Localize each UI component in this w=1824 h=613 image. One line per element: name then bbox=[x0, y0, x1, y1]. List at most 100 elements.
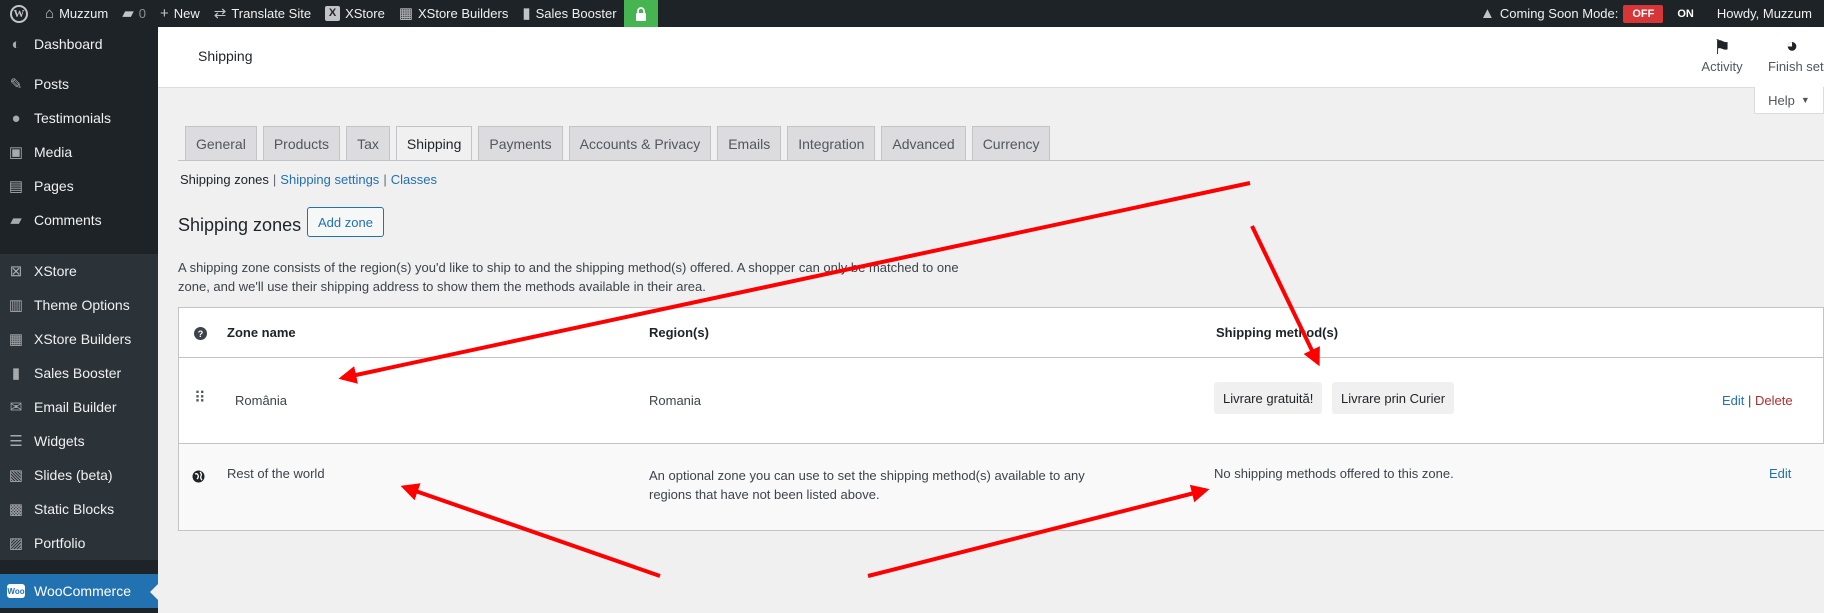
sidebar-item-portfolio[interactable]: ▨ Portfolio bbox=[0, 526, 158, 560]
sidebar-item-label: Comments bbox=[34, 212, 102, 228]
sidebar-item-label: Media bbox=[34, 144, 73, 160]
xstore-label: XStore bbox=[345, 6, 385, 21]
coming-soon-label: Coming Soon Mode: bbox=[1499, 6, 1619, 21]
sidebar-item-xstore[interactable]: ⊠ XStore bbox=[0, 254, 158, 288]
dashboard-icon: ◐ bbox=[11, 35, 21, 53]
site-name-label: Muzzum bbox=[59, 6, 109, 21]
subnav-separator: | bbox=[272, 172, 277, 187]
sidebar-item-dashboard[interactable]: ◐ Dashboard bbox=[0, 27, 158, 61]
wordpress-icon: W bbox=[10, 4, 28, 23]
builders-label: XStore Builders bbox=[418, 6, 509, 21]
sidebar-item-label: Testimonials bbox=[34, 110, 112, 126]
zones-description: A shipping zone consists of the region(s… bbox=[178, 260, 959, 294]
sidebar-item-testimonials[interactable]: ● Testimonials bbox=[0, 101, 158, 135]
xstore-link[interactable]: X XStore bbox=[318, 0, 392, 27]
edit-link[interactable]: Edit bbox=[1722, 393, 1744, 408]
comment-icon: ▰ bbox=[10, 212, 22, 229]
howdy-account-link[interactable]: Howdy, Muzzum bbox=[1710, 0, 1824, 27]
coming-soon-toggle[interactable]: ▲ Coming Soon Mode: OFF ON bbox=[1473, 0, 1710, 27]
zone-name-link[interactable]: Rest of the world bbox=[227, 466, 325, 481]
new-label: New bbox=[173, 6, 200, 21]
sidebar-item-label: Slides (beta) bbox=[34, 467, 113, 483]
tab-accounts-privacy[interactable]: Accounts & Privacy bbox=[568, 126, 712, 160]
tab-integration[interactable]: Integration bbox=[787, 126, 876, 160]
sidebar-item-theme-options[interactable]: ▥ Theme Options bbox=[0, 288, 158, 322]
slides-icon: ▧ bbox=[8, 467, 24, 484]
site-name-link[interactable]: ⌂ Muzzum bbox=[38, 0, 115, 27]
help-question-icon[interactable]: ? bbox=[194, 327, 207, 340]
bar-chart-icon: ▮ bbox=[522, 5, 531, 22]
sidebar-item-posts[interactable]: ✎ Posts bbox=[0, 67, 158, 101]
comments-link[interactable]: ▰ 0 bbox=[115, 0, 153, 27]
page-title: Shipping bbox=[198, 48, 253, 64]
drag-handle-icon[interactable]: ⠿ bbox=[194, 391, 208, 407]
sidebar-item-slides[interactable]: ▧ Slides (beta) bbox=[0, 458, 158, 492]
on-badge: ON bbox=[1677, 7, 1694, 20]
tab-payments[interactable]: Payments bbox=[478, 126, 563, 160]
section-title: Shipping zones bbox=[178, 215, 302, 235]
wordpress-logo-button[interactable]: W bbox=[0, 0, 38, 27]
tab-shipping[interactable]: Shipping bbox=[395, 126, 473, 161]
sidebar-item-xstore-builders[interactable]: ▦ XStore Builders bbox=[0, 322, 158, 356]
media-icon: ▣ bbox=[8, 144, 24, 161]
translate-icon: ⇄ bbox=[213, 5, 227, 22]
tab-products[interactable]: Products bbox=[262, 126, 341, 160]
finish-setup-button[interactable]: ◕ Finish setu bbox=[1768, 35, 1824, 74]
zone-name-link[interactable]: România bbox=[235, 393, 287, 408]
sidebar-item-pages[interactable]: ▤ Pages bbox=[0, 169, 158, 203]
xstore-icon: X bbox=[325, 6, 341, 21]
delete-link[interactable]: Delete bbox=[1755, 393, 1793, 408]
subnav-shipping-settings[interactable]: Shipping settings bbox=[280, 172, 379, 187]
table-row: Rest of the world An optional zone you c… bbox=[179, 444, 1824, 530]
no-methods-text: No shipping methods offered to this zone… bbox=[1214, 466, 1454, 481]
add-zone-button[interactable]: Add zone bbox=[307, 207, 384, 237]
tab-currency[interactable]: Currency bbox=[971, 126, 1051, 160]
blocks-icon: ▩ bbox=[8, 501, 24, 518]
sidebar-item-woocommerce[interactable]: Woo WooCommerce bbox=[0, 574, 158, 608]
theme-options-icon: ▥ bbox=[8, 297, 24, 314]
rocket-icon: ▲ bbox=[1480, 5, 1495, 22]
comment-bubble-icon: ▰ bbox=[122, 5, 134, 22]
methods-header: Shipping method(s) bbox=[1216, 325, 1339, 340]
new-content-link[interactable]: + New bbox=[153, 0, 207, 27]
shipping-subnav: Shipping zones | Shipping settings | Cla… bbox=[180, 172, 437, 187]
plus-icon: + bbox=[159, 5, 169, 22]
sidebar-item-label: Email Builder bbox=[34, 399, 117, 415]
sales-booster-link[interactable]: ▮ Sales Booster bbox=[515, 0, 623, 27]
xstore-builders-link[interactable]: ▦ XStore Builders bbox=[392, 0, 516, 27]
home-icon: ⌂ bbox=[45, 5, 55, 22]
table-header-row: ? Zone name Region(s) Shipping method(s) bbox=[179, 308, 1824, 358]
builders-icon: ▦ bbox=[8, 331, 24, 348]
tab-tax[interactable]: Tax bbox=[346, 126, 390, 160]
sidebar-item-sales-booster[interactable]: ▮ Sales Booster bbox=[0, 356, 158, 390]
globe-icon bbox=[192, 470, 205, 486]
sidebar-item-email-builder[interactable]: ✉ Email Builder bbox=[0, 390, 158, 424]
sidebar-item-label: XStore Builders bbox=[34, 331, 132, 347]
shipping-method-badge[interactable]: Livrare prin Curier bbox=[1332, 382, 1455, 414]
sidebar-item-widgets[interactable]: ☰ Widgets bbox=[0, 424, 158, 458]
howdy-label: Howdy, Muzzum bbox=[1716, 6, 1812, 21]
active-menu-arrow bbox=[150, 584, 158, 600]
edit-link[interactable]: Edit bbox=[1769, 466, 1791, 481]
translate-site-link[interactable]: ⇄ Translate Site bbox=[207, 0, 318, 27]
subnav-classes[interactable]: Classes bbox=[391, 172, 437, 187]
flag-icon: ⚑ bbox=[1713, 37, 1731, 59]
help-tab-button[interactable]: Help ▼ bbox=[1754, 87, 1824, 114]
shipping-method-badge[interactable]: Livrare gratuită! bbox=[1214, 382, 1323, 414]
progress-circle-icon: ◕ bbox=[1786, 35, 1799, 57]
page-header: Shipping ⚑ Activity ◕ Finish setu bbox=[158, 27, 1824, 88]
subnav-shipping-zones[interactable]: Shipping zones bbox=[180, 172, 269, 187]
tab-general[interactable]: General bbox=[185, 126, 257, 160]
off-badge: OFF bbox=[1623, 4, 1664, 23]
lock-button[interactable] bbox=[623, 0, 658, 27]
booster-label: Sales Booster bbox=[535, 6, 617, 21]
zone-region: An optional zone you can use to set the … bbox=[649, 468, 1085, 502]
action-separator: | bbox=[1748, 393, 1752, 408]
sidebar-item-comments[interactable]: ▰ Comments bbox=[0, 203, 158, 237]
tab-advanced[interactable]: Advanced bbox=[881, 126, 966, 160]
activity-button[interactable]: ⚑ Activity bbox=[1694, 35, 1750, 74]
admin-sidebar: ◐ Dashboard ✎ Posts ● Testimonials ▣ Med… bbox=[0, 27, 158, 613]
sidebar-item-media[interactable]: ▣ Media bbox=[0, 135, 158, 169]
tab-emails[interactable]: Emails bbox=[717, 126, 782, 160]
sidebar-item-static-blocks[interactable]: ▩ Static Blocks bbox=[0, 492, 158, 526]
